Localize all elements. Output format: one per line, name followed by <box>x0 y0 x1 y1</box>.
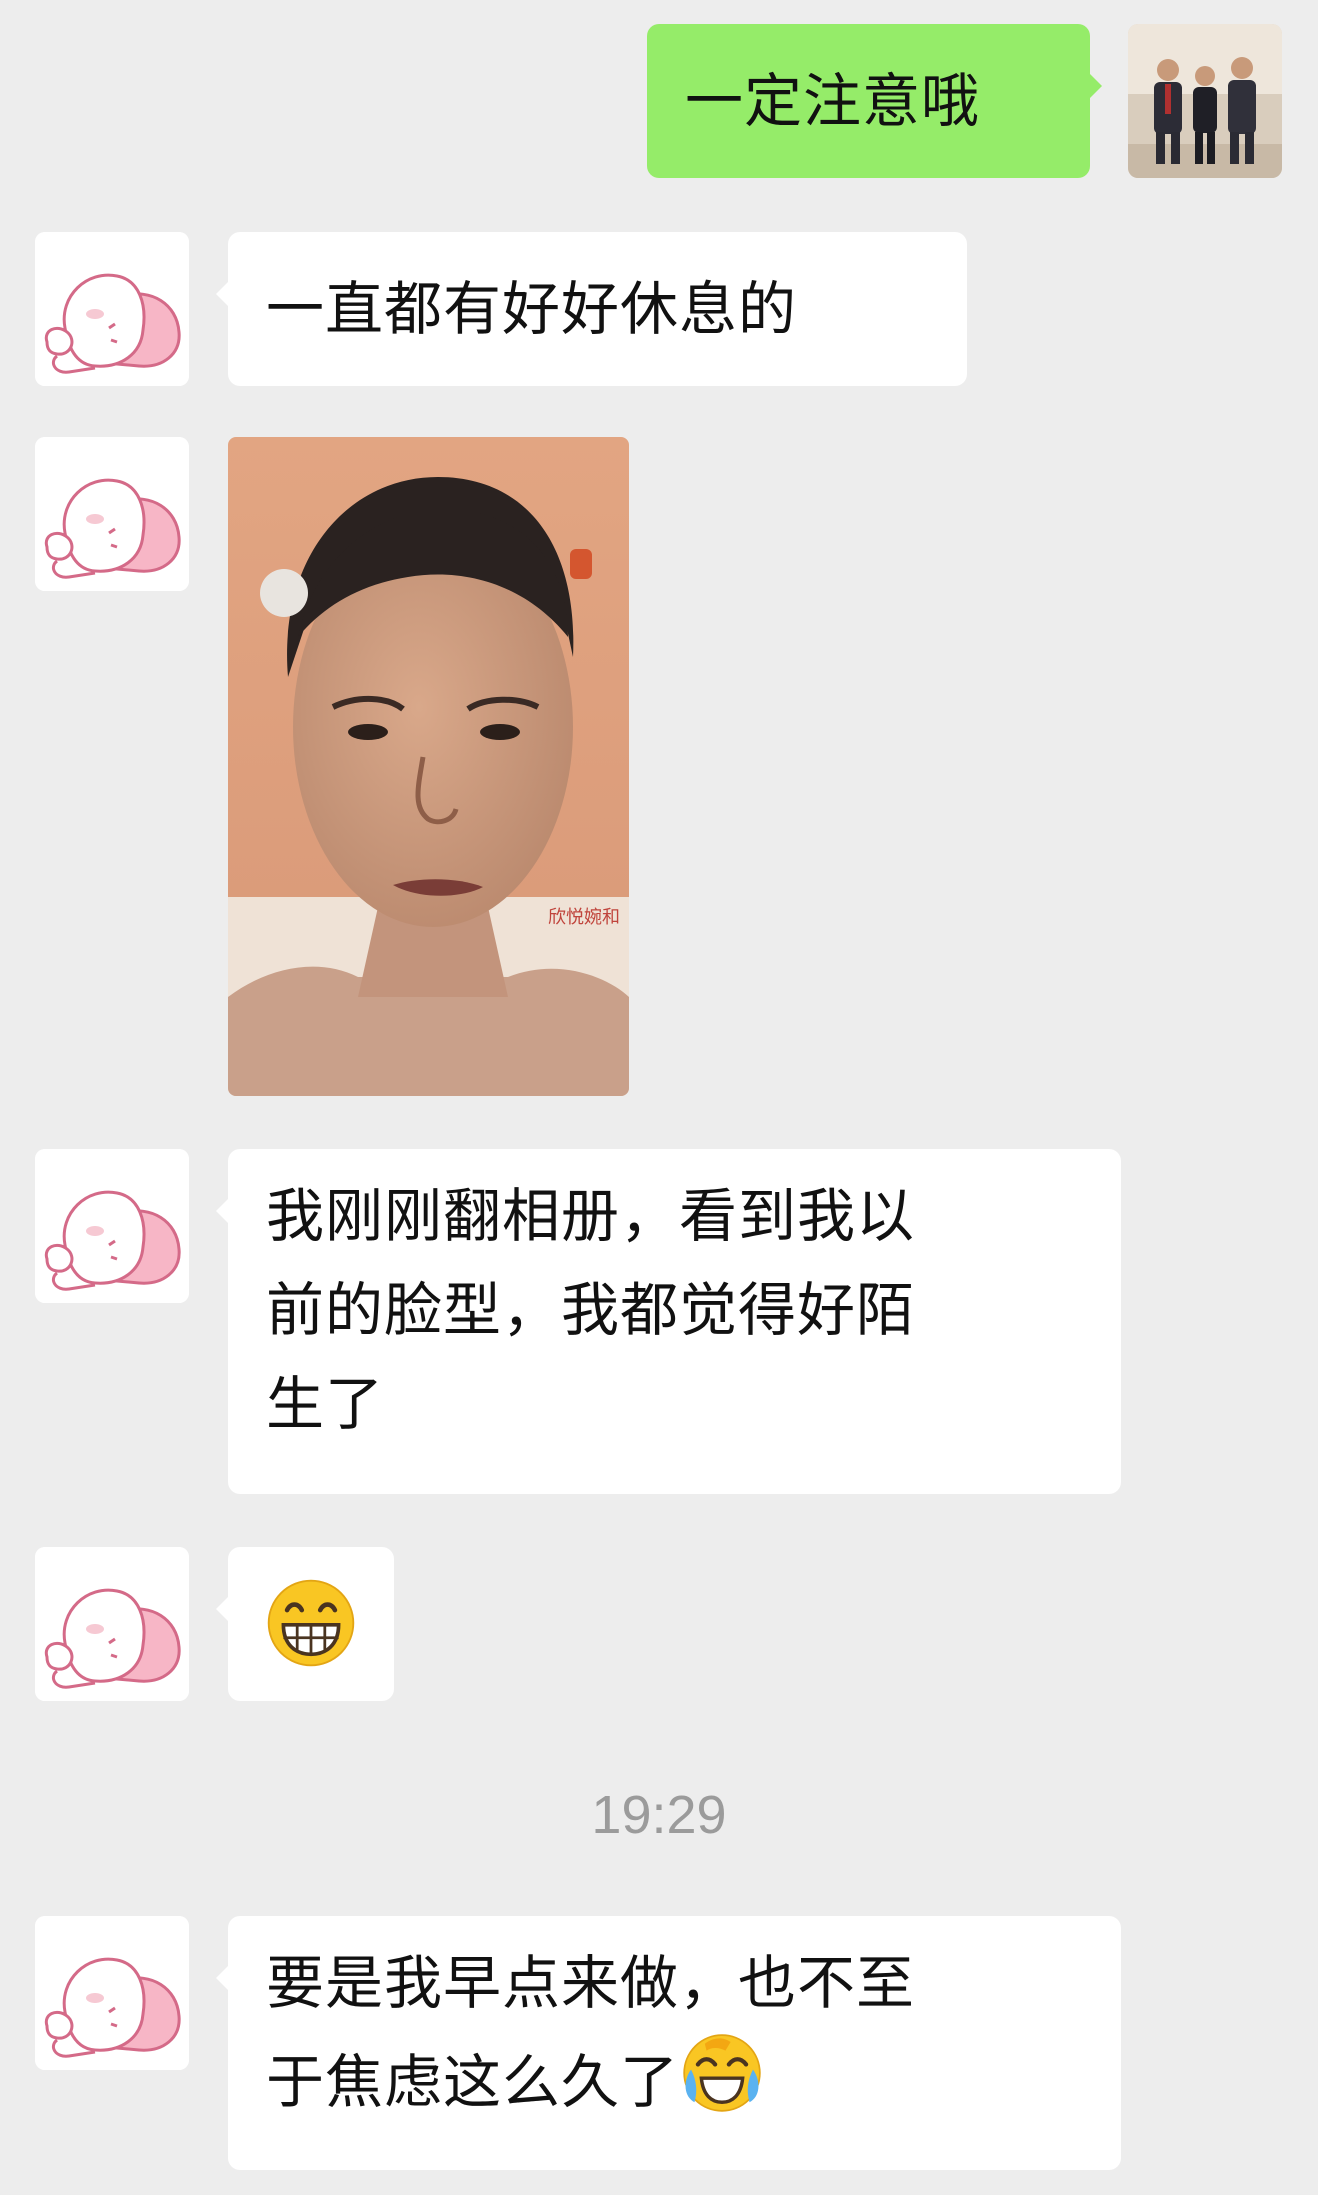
message-text: 一直都有好好休息的 <box>266 275 798 343</box>
message-bubble-outgoing[interactable]: 一定注意哦 <box>647 24 1102 178</box>
message-text-line: 要是我早点来做，也不至 <box>266 1949 916 2017</box>
message-text-line: 我刚刚翻相册，看到我以 <box>266 1182 916 1250</box>
chat-message-list[interactable]: 一定注意哦 一直都有好好休息的 欣悦婉和 我刚刚翻相册，看到我以 前的脸型，我都… <box>0 0 1318 2195</box>
selfie-photo[interactable]: 欣悦婉和 <box>228 437 629 1096</box>
message-text-line-with-emoji: 于焦虑这么久了 <box>266 2030 1121 2129</box>
self-avatar[interactable] <box>1128 24 1282 178</box>
message-bubble-incoming[interactable]: 我刚刚翻相册，看到我以 前的脸型，我都觉得好陌 生了 <box>216 1149 1121 1494</box>
group-photo-avatar-icon <box>1128 24 1282 178</box>
message-text: 一定注意哦 <box>685 67 981 135</box>
svg-text:欣悦婉和: 欣悦婉和 <box>548 907 620 928</box>
message-text: 于焦虑这么久了 <box>266 2048 680 2116</box>
message-bubble-incoming[interactable] <box>216 1547 394 1701</box>
message-bubble-incoming[interactable]: 要是我早点来做，也不至 于焦虑这么久了 <box>216 1916 1121 2170</box>
contact-avatar[interactable] <box>35 232 189 386</box>
message-text-line: 生了 <box>266 1370 385 1438</box>
message-text-line: 前的脸型，我都觉得好陌 <box>266 1276 916 1344</box>
contact-avatar[interactable] <box>35 1547 189 1701</box>
sleeping-cartoon-avatar-icon <box>35 1547 189 1701</box>
grinning-face-emoji-icon <box>267 1579 355 1667</box>
contact-avatar[interactable] <box>35 1916 189 2070</box>
contact-avatar[interactable] <box>35 437 189 591</box>
message-timestamp: 19:29 <box>591 1785 727 1845</box>
face-with-tears-of-joy-emoji-icon <box>683 2034 761 2112</box>
sleeping-cartoon-avatar-icon <box>35 1916 189 2070</box>
sleeping-cartoon-avatar-icon <box>35 232 189 386</box>
message-bubble-incoming[interactable]: 一直都有好好休息的 <box>216 232 967 386</box>
sleeping-cartoon-avatar-icon <box>35 437 189 591</box>
contact-avatar[interactable] <box>35 1149 189 1303</box>
selfie-photo-image: 欣悦婉和 <box>228 437 629 1096</box>
sleeping-cartoon-avatar-icon <box>35 1149 189 1303</box>
